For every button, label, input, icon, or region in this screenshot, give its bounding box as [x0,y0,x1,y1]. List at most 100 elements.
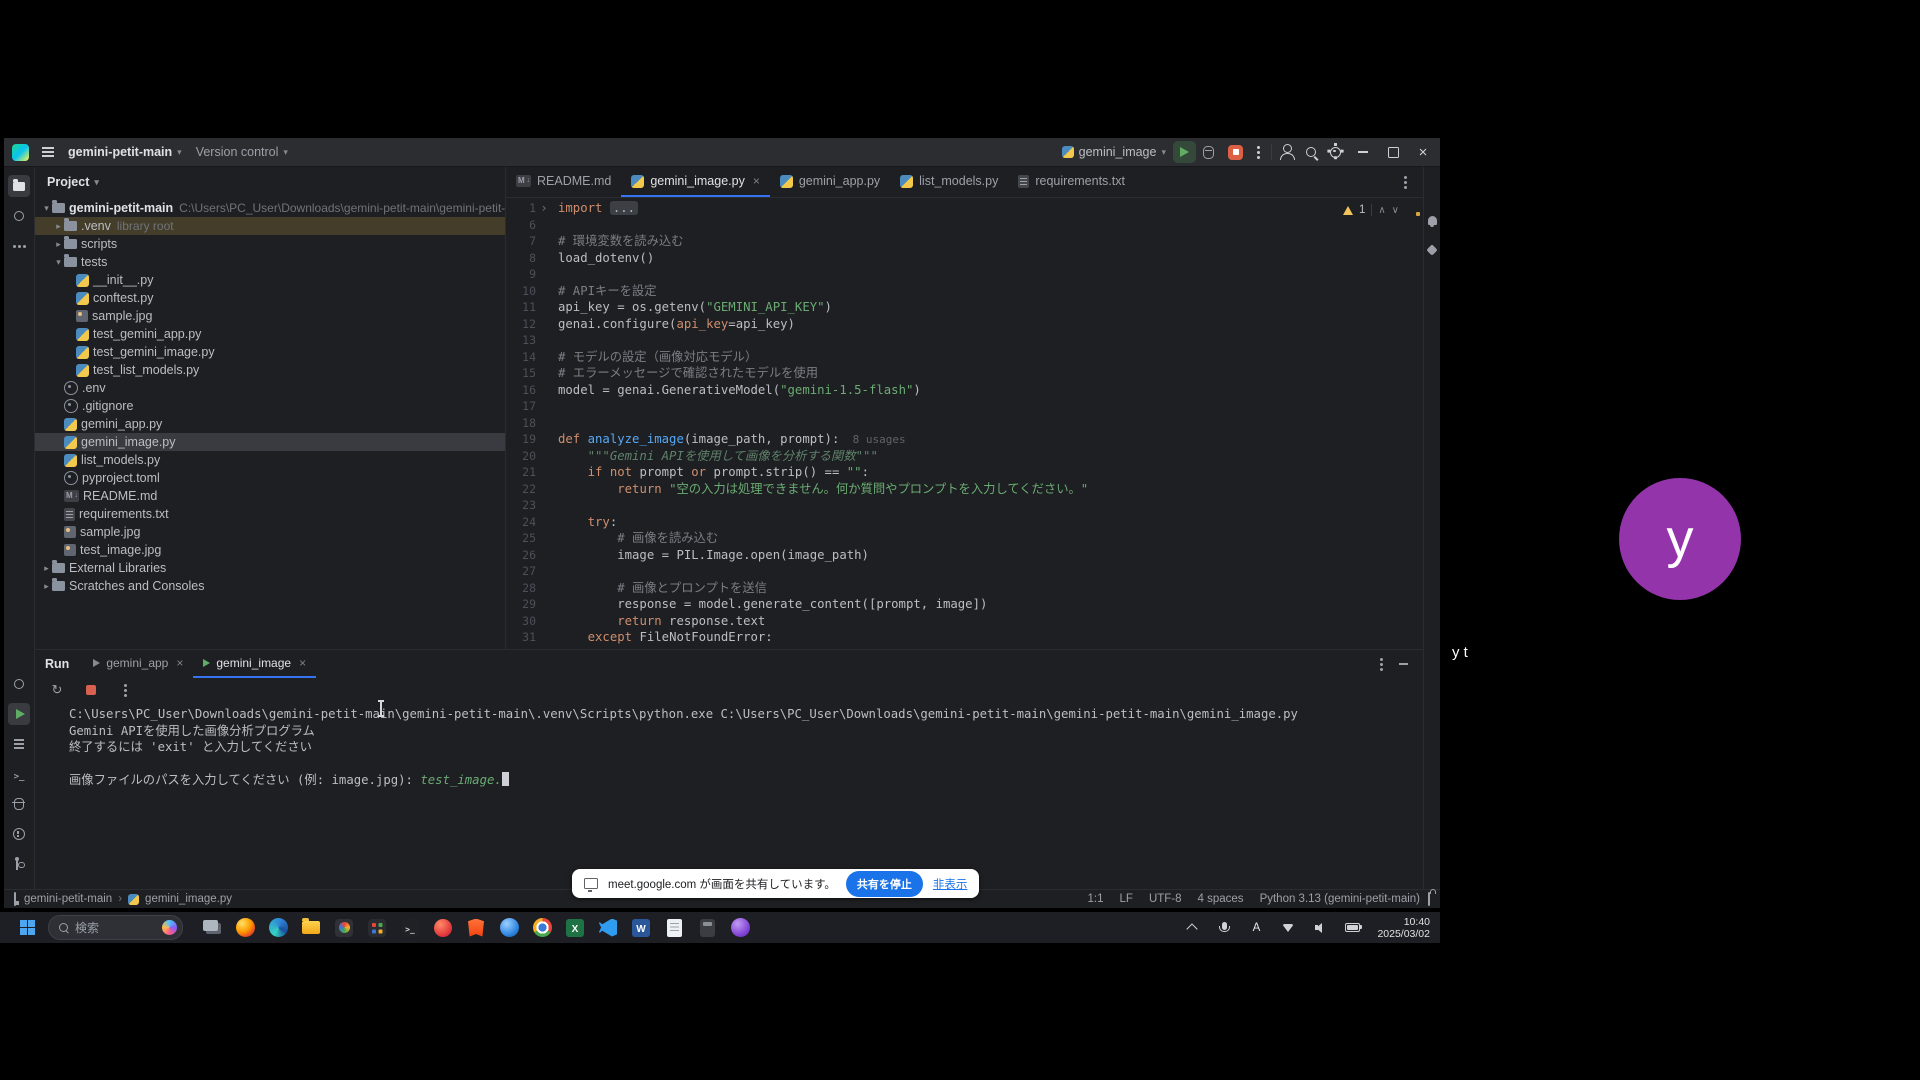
tray-chevron-up-icon[interactable] [1179,915,1205,941]
tree-item-test_image.jpg[interactable]: test_image.jpg [35,541,505,559]
code-line[interactable]: 24 try: [506,514,1423,531]
lock-icon[interactable] [1428,893,1430,905]
mic-icon[interactable] [1211,915,1237,941]
tree-item-gemini-petit-main[interactable]: ▾gemini-petit-mainC:\Users\PC_User\Downl… [35,199,505,217]
status-lf[interactable]: LF [1120,893,1133,905]
calculator-icon[interactable] [694,915,720,941]
code-line[interactable]: 8 load_dotenv() [506,250,1423,267]
chrome-icon[interactable] [529,915,555,941]
project-widget[interactable]: gemini-petit-main ▾ [61,140,189,164]
code-line[interactable]: 14 # モデルの設定（画像対応モデル） [506,349,1423,366]
brave-icon[interactable] [463,915,489,941]
editor-tab-README.md[interactable]: README.md [506,167,621,197]
tree-item-sample.jpg[interactable]: sample.jpg [35,307,505,325]
fold-arrow-icon[interactable]: › [536,200,552,217]
code-editor[interactable]: 1›import ...6 7 # 環境変数を読み込む8 load_dotenv… [506,198,1423,649]
tree-item-.gitignore[interactable]: .gitignore [35,397,505,415]
editor-tab-gemini_image.py[interactable]: gemini_image.py× [621,167,770,197]
code-line[interactable]: 15 # エラーメッセージで確認されたモデルを使用 [506,365,1423,382]
more-icon[interactable] [8,235,30,257]
globe-icon[interactable] [496,915,522,941]
photos-icon[interactable] [331,915,357,941]
editor-tab-gemini_app.py[interactable]: gemini_app.py [770,167,890,197]
ime-indicator[interactable]: A [1243,915,1269,941]
chevron-right-icon[interactable]: ▸ [41,581,52,592]
tree-item-Scratches and Consoles[interactable]: ▸Scratches and Consoles [35,577,505,595]
close-tab-icon[interactable]: × [176,656,183,670]
jetbrains-icon[interactable] [430,915,456,941]
tree-item-requirements.txt[interactable]: requirements.txt [35,505,505,523]
editor-tab-requirements.txt[interactable]: requirements.txt [1008,167,1135,197]
run-button[interactable] [1173,141,1196,163]
search-everywhere-button[interactable] [1299,140,1323,164]
commit-icon[interactable] [8,673,30,695]
run-panel-title[interactable]: Run [45,657,69,671]
run-tab-gemini_app[interactable]: gemini_app× [83,650,193,678]
stop-sharing-button[interactable]: 共有を停止 [846,871,923,897]
problems-icon[interactable] [8,823,30,845]
code-line[interactable]: 31 except FileNotFoundError: [506,629,1423,646]
run-panel-options-icon[interactable] [1371,654,1391,674]
word-icon[interactable] [628,915,654,941]
notepad-icon[interactable] [661,915,687,941]
rerun-icon[interactable]: ↻ [47,680,67,700]
tree-item-External Libraries[interactable]: ▸External Libraries [35,559,505,577]
tree-item-test_gemini_image.py[interactable]: test_gemini_image.py [35,343,505,361]
volume-icon[interactable] [1307,915,1333,941]
chevron-right-icon[interactable]: ▸ [53,221,64,232]
stop-button[interactable] [1221,140,1250,164]
tab-options-icon[interactable] [1395,172,1415,192]
branch-icon[interactable] [8,853,30,875]
code-line[interactable]: 7 # 環境変数を読み込む [506,233,1423,250]
vcs-widget[interactable]: Version control ▾ [189,140,295,164]
edge-icon[interactable] [265,915,291,941]
status-utf-8[interactable]: UTF-8 [1149,893,1182,905]
stop-process-icon[interactable] [81,680,101,700]
code-line[interactable]: 13 [506,332,1423,349]
firefox-icon[interactable] [232,915,258,941]
tree-item-README.md[interactable]: README.md [35,487,505,505]
maximize-button[interactable] [1378,139,1408,166]
breadcrumb-project[interactable]: gemini-petit-main [24,893,112,905]
run-tab-gemini_image[interactable]: gemini_image× [193,650,316,678]
start-button[interactable] [14,915,40,941]
debug-icon[interactable] [8,793,30,815]
status-4-spaces[interactable]: 4 spaces [1198,893,1244,905]
taskbar-search[interactable]: 検索 [48,915,183,940]
settings-button[interactable] [1323,140,1348,164]
packages-icon[interactable] [8,733,30,755]
tool-windows-icon[interactable] [14,893,16,905]
close-button[interactable]: × [1408,139,1438,166]
code-line[interactable]: 11 api_key = os.getenv("GEMINI_API_KEY") [506,299,1423,316]
tree-item-test_list_models.py[interactable]: test_list_models.py [35,361,505,379]
code-line[interactable]: 28 # 画像とプロンプトを送信 [506,580,1423,597]
code-line[interactable]: 1›import ... [506,200,1423,217]
status-1-1[interactable]: 1:1 [1088,893,1104,905]
explorer-icon[interactable] [298,915,324,941]
tree-item-sample.jpg[interactable]: sample.jpg [35,523,505,541]
hide-link[interactable]: 非表示 [933,876,968,892]
tree-item-gemini_image.py[interactable]: gemini_image.py [35,433,505,451]
terminal-icon[interactable] [397,915,423,941]
code-line[interactable]: 27 [506,563,1423,580]
wifi-icon[interactable] [1275,915,1301,941]
tree-item-.venv[interactable]: ▸.venvlibrary root [35,217,505,235]
code-line[interactable]: 21 if not prompt or prompt.strip() == ""… [506,464,1423,481]
tree-item-__init__.py[interactable]: __init__.py [35,271,505,289]
code-line[interactable]: 20 """Gemini APIを使用して画像を分析する関数""" [506,448,1423,465]
run-icon[interactable] [8,703,30,725]
gemini-icon[interactable] [727,915,753,941]
close-tab-icon[interactable]: × [753,174,760,188]
battery-icon[interactable] [1339,915,1365,941]
excel-icon[interactable] [562,915,588,941]
run-config-widget[interactable]: gemini_image ▾ [1055,140,1173,164]
tree-item-list_models.py[interactable]: list_models.py [35,451,505,469]
project-icon[interactable] [8,175,30,197]
code-line[interactable]: 23 [506,497,1423,514]
code-line[interactable]: 6 [506,217,1423,234]
console-options-icon[interactable] [115,680,135,700]
code-line[interactable]: 12 genai.configure(api_key=api_key) [506,316,1423,333]
code-line[interactable]: 9 [506,266,1423,283]
tree-item-gemini_app.py[interactable]: gemini_app.py [35,415,505,433]
prev-issue-icon[interactable]: ∧ [1378,205,1385,216]
